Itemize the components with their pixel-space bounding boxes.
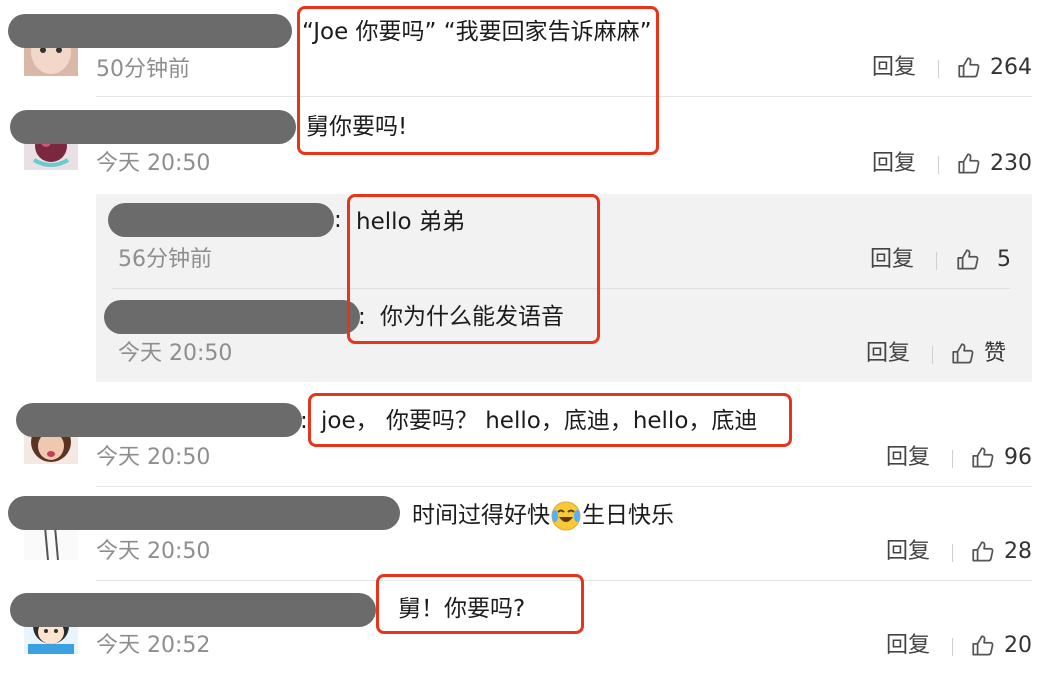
comment-time: 今天 20:50 [96, 539, 211, 564]
reply-button[interactable]: 回复 [866, 340, 910, 368]
reply-button[interactable]: 回复 [886, 632, 930, 660]
like-count: 230 [990, 151, 1032, 176]
like-button[interactable]: 赞 [950, 340, 1006, 368]
like-count: 96 [1004, 445, 1032, 470]
thumbs-up-icon [952, 343, 974, 364]
thumbs-up-icon [972, 635, 994, 656]
username-redacted[interactable] [10, 110, 296, 144]
reply-button[interactable]: 回复 [886, 538, 930, 566]
colon: : [334, 207, 342, 233]
username-redacted[interactable] [8, 14, 292, 48]
comment-text-part: 生日快乐 [582, 502, 674, 529]
comment-time: 今天 20:50 [96, 151, 211, 176]
like-button[interactable]: 28 [970, 538, 1032, 566]
like-count: 264 [990, 55, 1032, 80]
reply-time: 56分钟前 [118, 247, 212, 272]
like-button[interactable]: 96 [970, 444, 1032, 472]
like-count: 28 [1004, 539, 1032, 564]
username-redacted[interactable] [108, 203, 334, 237]
reply-button[interactable]: 回复 [886, 444, 930, 472]
highlight-box [297, 6, 659, 155]
username-redacted[interactable] [8, 496, 400, 530]
like-button[interactable]: 230 [956, 150, 1032, 178]
comment-text: 时间过得好快 生日快乐 [412, 500, 674, 532]
like-count: 20 [1004, 633, 1032, 658]
separator [936, 252, 937, 270]
like-button[interactable]: 5 [955, 246, 1011, 274]
separator [938, 60, 939, 78]
comment-time: 今天 20:50 [96, 445, 211, 470]
separator [952, 638, 953, 656]
separator [952, 544, 953, 562]
like-button[interactable]: 20 [970, 632, 1032, 660]
reply-button[interactable]: 回复 [872, 54, 916, 82]
username-redacted[interactable] [104, 300, 360, 334]
highlight-box [308, 393, 792, 447]
username-redacted[interactable] [10, 593, 376, 627]
like-label: 赞 [984, 341, 1007, 366]
thumbs-up-icon [972, 541, 994, 562]
colon: : [300, 408, 308, 434]
like-count: 5 [997, 247, 1011, 272]
divider [96, 486, 1032, 487]
thumbs-up-icon [972, 447, 994, 468]
highlight-box [347, 194, 600, 344]
laughing-crying-emoji-icon [550, 500, 582, 532]
highlight-box [376, 574, 584, 634]
thumbs-up-icon [958, 153, 980, 174]
separator [952, 450, 953, 468]
separator [938, 156, 939, 174]
thumbs-up-icon [957, 249, 979, 270]
reply-button[interactable]: 回复 [870, 246, 914, 274]
reply-time: 今天 20:50 [118, 341, 233, 366]
comment-text-part: 时间过得好快 [412, 502, 550, 529]
comment-time: 50分钟前 [96, 57, 190, 82]
username-redacted[interactable] [16, 403, 302, 437]
like-button[interactable]: 264 [956, 54, 1032, 82]
reply-button[interactable]: 回复 [872, 150, 916, 178]
separator [932, 346, 933, 364]
thumbs-up-icon [958, 57, 980, 78]
comment-time: 今天 20:52 [96, 633, 211, 658]
